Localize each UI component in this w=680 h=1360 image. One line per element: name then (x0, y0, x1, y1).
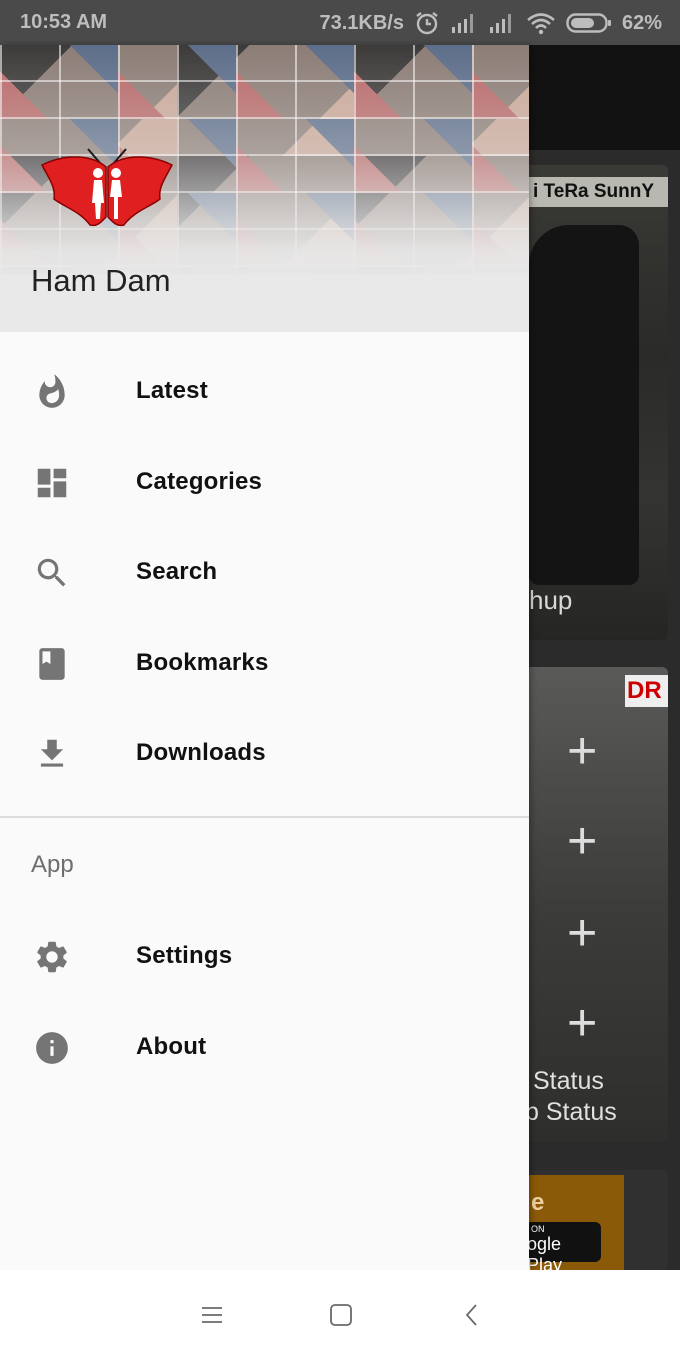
fire-icon (33, 373, 71, 411)
menu-item-label: Latest (136, 377, 208, 404)
menu-divider (0, 816, 529, 818)
menu-item-label: About (136, 1032, 207, 1060)
menu-item-about[interactable]: About (0, 1001, 529, 1092)
menu-item-settings[interactable]: Settings (0, 910, 529, 1001)
dashboard-icon (33, 464, 71, 502)
menu-item-label: Search (136, 558, 218, 585)
plus-icon: + (567, 722, 598, 780)
search-icon (33, 554, 71, 592)
card-title: i TeRa SunnY (533, 181, 655, 202)
menu-item-search[interactable]: Search (0, 526, 529, 617)
menu-item-bookmarks[interactable]: Bookmarks (0, 617, 529, 708)
drawer-menu: Latest Categories Search Bookmarks Downl… (0, 345, 529, 798)
background-toolbar (529, 45, 680, 150)
download-icon (33, 735, 71, 773)
background-content[interactable]: i TeRa SunnY hup DR + + + + Status p Sta… (529, 45, 680, 1270)
card-badge: DR (625, 675, 668, 707)
menu-item-label: Settings (136, 942, 233, 969)
menu-item-label: Categories (136, 467, 263, 495)
menu-item-label: Bookmarks (136, 648, 269, 676)
card-caption: hup (529, 585, 573, 615)
drawer-title: Ham Dam (31, 263, 171, 298)
drawer-header: Ham Dam (0, 45, 529, 332)
gear-icon (33, 938, 71, 976)
bookmark-icon (33, 645, 71, 683)
back-icon[interactable] (452, 1300, 492, 1330)
menu-item-downloads[interactable]: Downloads (0, 707, 529, 798)
battery-percent: 62% (621, 11, 662, 34)
card-caption: p Status (529, 1098, 617, 1126)
signal-icon (488, 12, 516, 34)
background-card[interactable]: DR + + + + Status p Status (529, 667, 668, 1142)
alarm-icon (414, 10, 440, 36)
background-card[interactable]: e ON ogle Play (529, 1170, 668, 1270)
menu-item-label: Downloads (136, 739, 266, 766)
plus-icon: + (567, 994, 598, 1052)
google-play-label: ogle Play (529, 1234, 563, 1270)
menu-icon[interactable] (192, 1300, 232, 1330)
status-time: 10:53 AM (20, 11, 108, 33)
home-icon[interactable] (321, 1300, 361, 1330)
navigation-drawer: Ham Dam Latest Categories Search Bookmar… (0, 45, 529, 1270)
drawer-menu-app: Settings About (0, 910, 529, 1091)
promo-text: e (531, 1189, 545, 1216)
plus-icon: + (567, 904, 598, 962)
network-speed: 73.1KB/s (319, 11, 404, 34)
menu-item-latest[interactable]: Latest (0, 345, 529, 436)
card-image (529, 225, 639, 585)
status-bar: 10:53 AM 73.1KB/s 62% (0, 0, 680, 45)
menu-item-categories[interactable]: Categories (0, 436, 529, 527)
card-caption: Status (533, 1067, 604, 1095)
google-play-badge-small: ON (531, 1224, 545, 1234)
wifi-icon (526, 11, 556, 35)
google-play-badge[interactable]: ON ogle Play (529, 1222, 601, 1270)
battery-icon (566, 12, 612, 34)
background-card[interactable]: i TeRa SunnY hup (529, 165, 668, 640)
plus-icon: + (567, 812, 598, 870)
info-icon (33, 1029, 71, 1067)
card-badge-text: DR (627, 677, 662, 704)
butterfly-logo (40, 147, 174, 240)
signal-icon (450, 12, 478, 34)
system-nav-bar (0, 1270, 680, 1360)
section-title-app: App (31, 851, 74, 878)
